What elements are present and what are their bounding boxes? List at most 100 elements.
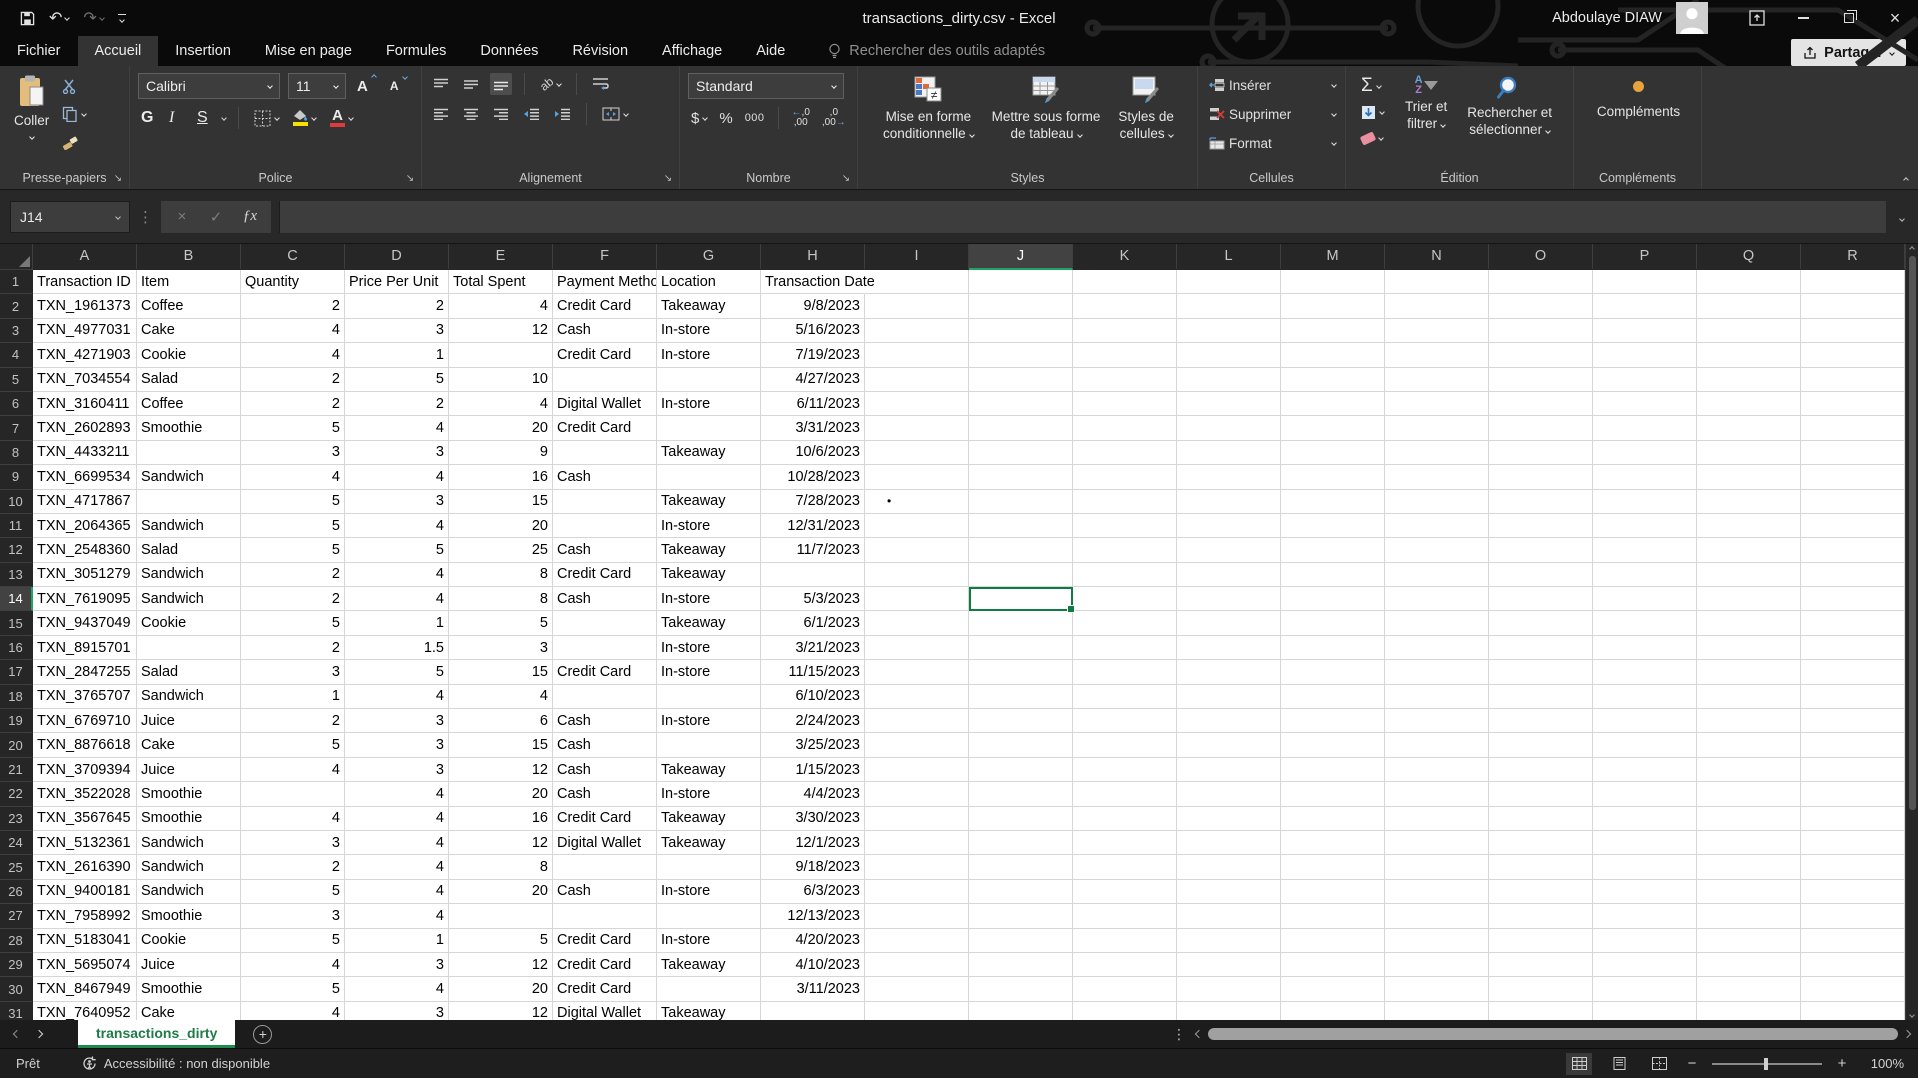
cell-M21[interactable] [1281,758,1385,782]
column-header-Q[interactable]: Q [1697,244,1801,270]
cell-Q16[interactable] [1697,636,1801,660]
cell-B18[interactable]: Sandwich [137,685,241,709]
cell-L25[interactable] [1177,855,1281,879]
decrease-decimal-button[interactable]: ,0,00→ [819,107,849,129]
cell-H31[interactable] [761,1002,865,1020]
cell-J22[interactable] [969,782,1073,806]
tab-révision[interactable]: Révision [555,36,645,66]
cell-P2[interactable] [1593,294,1697,318]
cell-F9[interactable]: Cash [553,465,657,489]
cell-B15[interactable]: Cookie [137,611,241,635]
cell-H29[interactable]: 4/10/2023 [761,953,865,977]
scroll-up-icon[interactable] [1909,246,1915,252]
cell-R26[interactable] [1801,880,1905,904]
avatar[interactable] [1676,2,1708,34]
cell-K24[interactable] [1073,831,1177,855]
cell-L9[interactable] [1177,465,1281,489]
cell-J10[interactable] [969,490,1073,514]
cell-G24[interactable]: Takeaway [657,831,761,855]
cell-J12[interactable] [969,538,1073,562]
cell-O23[interactable] [1489,807,1593,831]
cell-N10[interactable] [1385,490,1489,514]
cell-F29[interactable]: Credit Card [553,953,657,977]
cell-M20[interactable] [1281,733,1385,757]
cell-K30[interactable] [1073,977,1177,1001]
cell-I14[interactable] [865,587,969,611]
cell-B27[interactable]: Smoothie [137,904,241,928]
cell-H15[interactable]: 6/1/2023 [761,611,865,635]
zoom-slider-thumb[interactable] [1764,1058,1768,1070]
cell-K23[interactable] [1073,807,1177,831]
row-header-6[interactable]: 6 [0,392,33,416]
cell-E16[interactable]: 3 [449,636,553,660]
cell-A30[interactable]: TXN_8467949 [33,977,137,1001]
cell-P18[interactable] [1593,685,1697,709]
cell-A1[interactable]: Transaction ID [33,270,137,294]
cell-E4[interactable] [449,343,553,367]
cell-I5[interactable] [865,368,969,392]
cell-D17[interactable]: 5 [345,660,449,684]
cell-E22[interactable]: 20 [449,782,553,806]
cell-A20[interactable]: TXN_8876618 [33,733,137,757]
cell-N15[interactable] [1385,611,1489,635]
cell-G7[interactable] [657,416,761,440]
cell-G29[interactable]: Takeaway [657,953,761,977]
cell-L1[interactable] [1177,270,1281,294]
row-header-13[interactable]: 13 [0,563,33,587]
row-header-8[interactable]: 8 [0,441,33,465]
cell-D19[interactable]: 3 [345,709,449,733]
cell-L24[interactable] [1177,831,1281,855]
cell-F31[interactable]: Digital Wallet [553,1002,657,1020]
cell-P17[interactable] [1593,660,1697,684]
cell-O16[interactable] [1489,636,1593,660]
sheet-bar-options-icon[interactable]: ⋮ [1162,1026,1196,1043]
cell-K3[interactable] [1073,319,1177,343]
cell-D1[interactable]: Price Per Unit [345,270,449,294]
cell-E24[interactable]: 12 [449,831,553,855]
cell-A17[interactable]: TXN_2847255 [33,660,137,684]
cell-B20[interactable]: Cake [137,733,241,757]
cell-Q10[interactable] [1697,490,1801,514]
row-header-24[interactable]: 24 [0,831,33,855]
cell-O6[interactable] [1489,392,1593,416]
cell-J23[interactable] [969,807,1073,831]
cell-K5[interactable] [1073,368,1177,392]
cell-E26[interactable]: 20 [449,880,553,904]
cell-N20[interactable] [1385,733,1489,757]
cell-A5[interactable]: TXN_7034554 [33,368,137,392]
column-header-K[interactable]: K [1073,244,1177,270]
cell-A21[interactable]: TXN_3709394 [33,758,137,782]
cell-C17[interactable]: 3 [241,660,345,684]
cell-P22[interactable] [1593,782,1697,806]
cell-A26[interactable]: TXN_9400181 [33,880,137,904]
cell-D16[interactable]: 1.5 [345,636,449,660]
cell-K6[interactable] [1073,392,1177,416]
cell-H28[interactable]: 4/20/2023 [761,929,865,953]
align-bottom-button[interactable] [490,73,512,95]
cell-B5[interactable]: Salad [137,368,241,392]
cell-B12[interactable]: Salad [137,538,241,562]
cell-P27[interactable] [1593,904,1697,928]
cell-B30[interactable]: Smoothie [137,977,241,1001]
cell-R9[interactable] [1801,465,1905,489]
cell-A23[interactable]: TXN_3567645 [33,807,137,831]
cell-N18[interactable] [1385,685,1489,709]
row-header-31[interactable]: 31 [0,1002,33,1020]
cell-F4[interactable]: Credit Card [553,343,657,367]
underline-button[interactable]: S [194,107,214,129]
cell-P6[interactable] [1593,392,1697,416]
tab-données[interactable]: Données [463,36,555,66]
dialog-launcher-icon[interactable] [404,173,416,185]
cell-I16[interactable] [865,636,969,660]
italic-button[interactable]: I [166,107,186,129]
cell-N3[interactable] [1385,319,1489,343]
cell-P7[interactable] [1593,416,1697,440]
cell-O12[interactable] [1489,538,1593,562]
cell-I25[interactable] [865,855,969,879]
cell-D22[interactable]: 4 [345,782,449,806]
cell-F13[interactable]: Credit Card [553,563,657,587]
cell-R22[interactable] [1801,782,1905,806]
dialog-launcher-icon[interactable] [840,173,852,185]
cell-A2[interactable]: TXN_1961373 [33,294,137,318]
cell-L6[interactable] [1177,392,1281,416]
